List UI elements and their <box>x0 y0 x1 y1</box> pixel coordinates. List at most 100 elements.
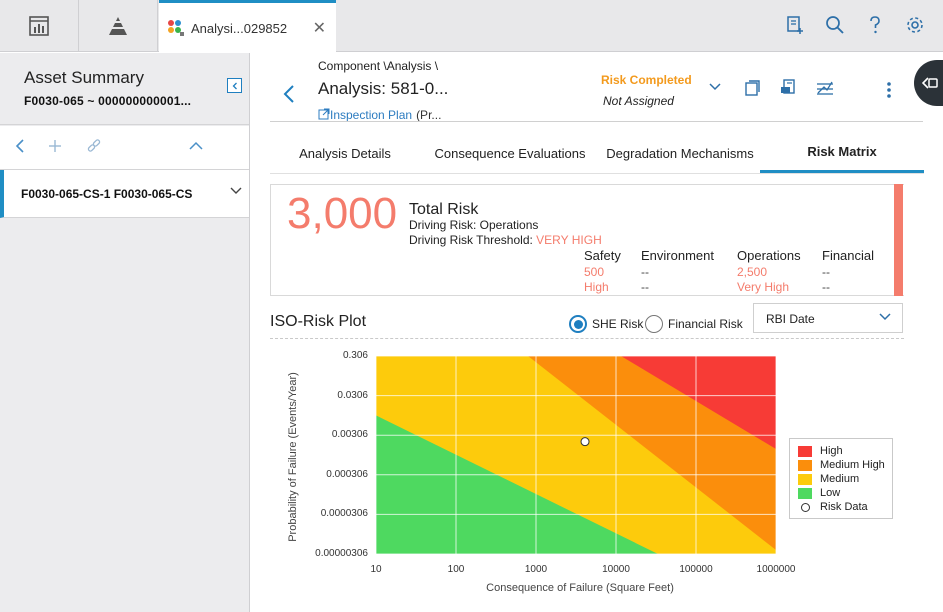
top-right-tools <box>785 14 925 36</box>
x-tick-label: 1000000 <box>756 564 796 575</box>
iso-plot-title: ISO-Risk Plot <box>270 313 367 330</box>
legend-label-risk-data: Risk Data <box>820 501 868 513</box>
legend-item-high: High <box>798 444 892 458</box>
help-icon[interactable] <box>865 14 885 36</box>
collapse-panel-button[interactable] <box>227 78 242 93</box>
header-toolbar <box>744 79 834 97</box>
date-select[interactable]: RBI Date <box>753 303 903 333</box>
more-options-icon[interactable] <box>886 81 892 104</box>
left-panel: Asset Summary F0030-065 ~ 000000000001..… <box>0 53 250 612</box>
legend-item-medium-high: Medium High <box>798 458 892 472</box>
legend-item-low: Low <box>798 486 892 500</box>
search-icon[interactable] <box>825 14 845 36</box>
total-risk-label: Total Risk <box>409 201 479 218</box>
gear-icon[interactable] <box>905 14 925 36</box>
category-environment: Environment <box>641 248 714 263</box>
close-icon[interactable]: ✕ <box>313 18 326 38</box>
tab-risk-matrix[interactable]: Risk Matrix <box>760 133 924 173</box>
y-tick-label: 0.306 <box>342 350 368 361</box>
legend-label-high: High <box>820 445 843 457</box>
status-chevron-down-icon[interactable] <box>708 81 722 96</box>
inspection-plan-suffix: (Pr... <box>416 108 442 122</box>
tab-consequence-evaluations[interactable]: Consequence Evaluations <box>430 133 590 173</box>
x-axis-label: Consequence of Failure (Square Feet) <box>486 582 674 594</box>
top-bar: Analysi...029852 ✕ <box>0 0 943 53</box>
category-operations: Operations <box>737 248 801 263</box>
inspection-plan-link[interactable]: Inspection Plan (Pr... <box>318 108 441 122</box>
legend-swatch-high <box>798 445 812 457</box>
asset-summary-title: Asset Summary <box>24 68 144 87</box>
tree-node-label: F0030-065-CS-1 F0030-065-CS <box>21 187 193 201</box>
side-panel-toggle[interactable] <box>914 60 943 106</box>
environment-value: -- <box>641 265 649 279</box>
threshold-value: VERY HIGH <box>536 233 602 247</box>
legend-item-risk-data: Risk Data <box>798 500 892 514</box>
main-content: Component \Analysis \ Analysis: 581-0...… <box>250 53 943 612</box>
plot-divider <box>270 338 904 339</box>
radio-selected-icon[interactable] <box>569 315 587 333</box>
x-tick-label: 100 <box>447 564 465 575</box>
financial-level: -- <box>822 280 830 294</box>
chevron-left-icon <box>232 82 237 89</box>
breadcrumb[interactable]: Component \Analysis \ <box>318 59 438 73</box>
date-select-value: RBI Date <box>766 312 815 326</box>
asset-summary-subtitle: F0030-065 ~ 000000000001... <box>24 94 192 108</box>
page-title: Analysis: 581-0... <box>318 79 449 98</box>
tab-analysis-details[interactable]: Analysis Details <box>270 133 420 173</box>
analysis-app-icon <box>168 20 184 36</box>
operations-level: Very High <box>737 280 790 294</box>
y-axis-label: Probability of Failure (Events/Year) <box>287 372 299 542</box>
link-icon[interactable] <box>86 138 102 159</box>
inspection-plan-label: Inspection Plan <box>330 108 413 122</box>
back-icon[interactable] <box>282 83 296 111</box>
x-tick-label: 1000 <box>524 564 548 575</box>
chevron-down-icon[interactable] <box>229 185 243 200</box>
tabs-divider <box>270 173 924 174</box>
legend-swatch-medium-high <box>798 459 812 471</box>
back-arrow-icon[interactable] <box>14 138 26 159</box>
driving-risk-threshold: Driving Risk Threshold: VERY HIGH <box>409 233 602 247</box>
panel-expand-icon <box>922 77 938 89</box>
dashboard-icon <box>29 16 49 36</box>
risk-level-indicator <box>894 184 903 296</box>
assignment-status: Not Assigned <box>603 94 674 108</box>
legend-label-medium-high: Medium High <box>820 459 885 471</box>
operations-value: 2,500 <box>737 265 768 279</box>
hierarchy-button[interactable] <box>79 0 158 52</box>
tree-toolbar <box>0 126 249 170</box>
legend-swatch-low <box>798 487 812 499</box>
financial-risk-label: Financial Risk <box>668 317 743 331</box>
category-financial: Financial <box>822 248 875 263</box>
pyramid-icon <box>109 17 127 35</box>
financial-risk-radio[interactable]: Financial Risk <box>645 315 743 333</box>
risk-summary-card: 3,000 Total Risk Driving Risk: Operation… <box>270 184 904 296</box>
legend-label-medium: Medium <box>820 473 860 485</box>
chevron-up-icon[interactable] <box>188 138 204 159</box>
tree-node-selected[interactable]: F0030-065-CS-1 F0030-065-CS <box>0 170 249 218</box>
legend-item-medium: Medium <box>798 472 892 486</box>
safety-level: High <box>584 280 609 294</box>
tab-degradation-mechanisms[interactable]: Degradation Mechanisms <box>600 133 760 173</box>
asset-summary-header: Asset Summary F0030-065 ~ 000000000001..… <box>0 53 249 125</box>
analysis-tab[interactable]: Analysi...029852 ✕ <box>159 0 336 53</box>
driving-risk: Driving Risk: Operations <box>409 218 539 232</box>
analysis-tabs: Analysis Details Consequence Evaluations… <box>270 133 924 173</box>
threshold-label: Driving Risk Threshold: <box>409 233 533 247</box>
report-icon[interactable] <box>780 79 798 97</box>
legend-label-low: Low <box>820 487 841 499</box>
financial-value: -- <box>822 265 830 279</box>
dashboard-button[interactable] <box>0 0 79 52</box>
environment-level: -- <box>641 280 649 294</box>
add-document-icon[interactable] <box>785 14 805 36</box>
she-risk-radio[interactable]: SHE Risk <box>569 315 643 333</box>
legend-marker-risk-data <box>801 502 810 512</box>
risk-data-point <box>580 437 590 447</box>
safety-value: 500 <box>584 265 605 279</box>
copy-icon[interactable] <box>744 79 762 97</box>
add-icon[interactable] <box>47 138 63 159</box>
chevron-down-icon[interactable] <box>878 311 892 326</box>
chart-settings-icon[interactable] <box>816 79 834 97</box>
header-divider <box>270 121 923 122</box>
status-badge: Risk Completed <box>601 73 692 87</box>
radio-unselected-icon[interactable] <box>645 315 663 333</box>
